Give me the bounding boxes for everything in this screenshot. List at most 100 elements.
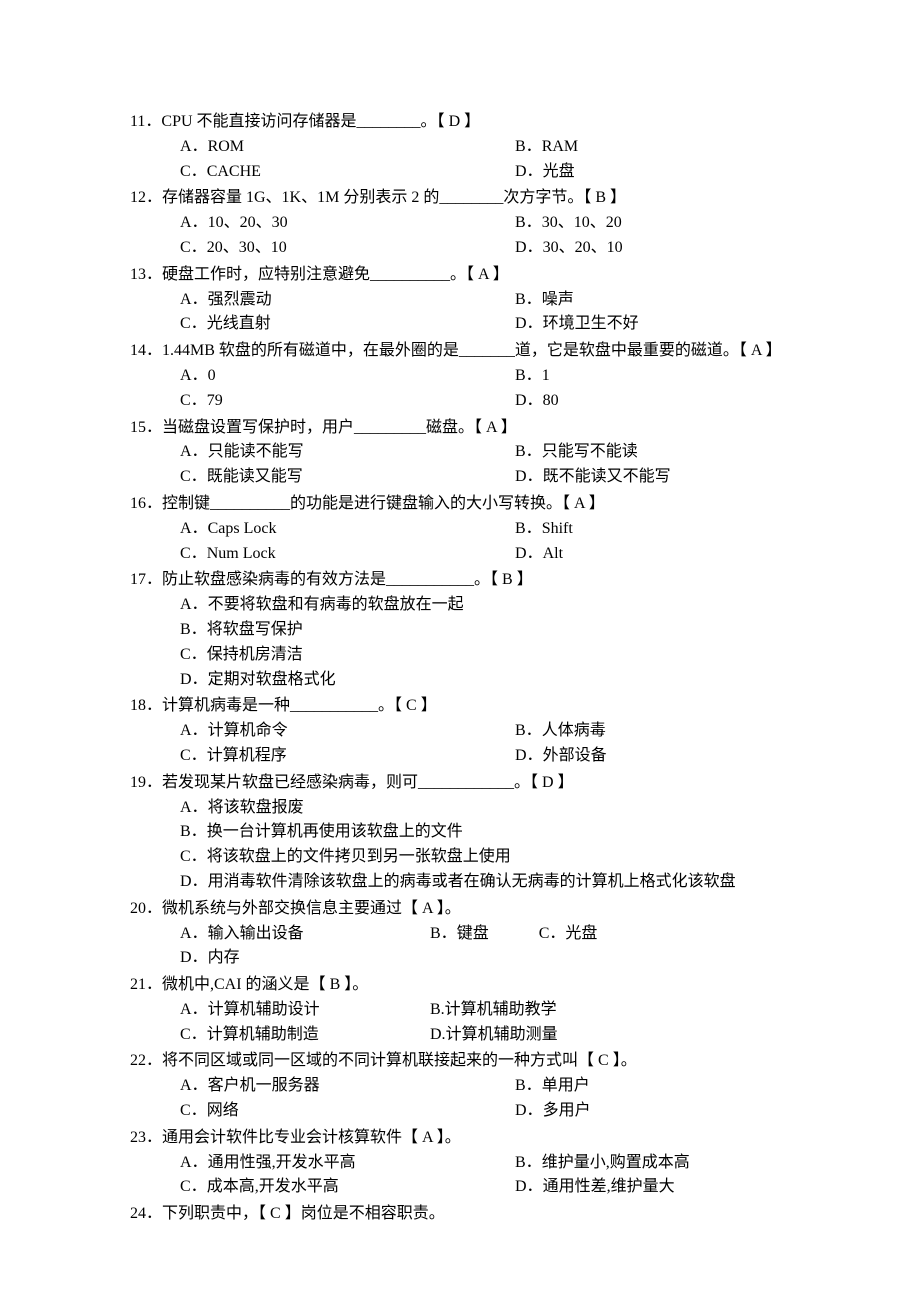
option-text: 多用户 bbox=[543, 1102, 591, 1119]
option: C．既能读又能写 bbox=[130, 465, 465, 490]
answer-bracket: 【 D 】 bbox=[530, 774, 574, 791]
stem-pre: ．微机中,CAI 的涵义是 bbox=[146, 976, 310, 993]
option-text: 外部设备 bbox=[543, 747, 607, 764]
option: C．计算机辅助制造 bbox=[130, 1023, 380, 1048]
option-text: 网络 bbox=[207, 1102, 239, 1119]
option-text: 环境卫生不好 bbox=[543, 315, 639, 332]
question-19: 19．若发现某片软盘已经感染病毒，则可____________。【 D 】A．将… bbox=[130, 771, 800, 895]
option-label: D． bbox=[515, 392, 543, 409]
blank: __________ bbox=[370, 266, 450, 283]
stem-post: 。 bbox=[474, 571, 490, 588]
option: B．人体病毒 bbox=[465, 719, 800, 744]
question-stem: 22．将不同区域或同一区域的不同计算机联接起来的一种方式叫【 C 】。 bbox=[130, 1049, 800, 1074]
stem-pre: ．硬盘工作时，应特别注意避免 bbox=[146, 266, 370, 283]
option-text: 既能读又能写 bbox=[207, 468, 303, 485]
option-text: 单用户 bbox=[542, 1077, 590, 1094]
option: A．不要将软盘和有病毒的软盘放在一起 bbox=[130, 593, 800, 618]
option-text: 定期对软盘格式化 bbox=[208, 671, 336, 688]
options: A．0B．1C．79 D．80 bbox=[130, 364, 800, 414]
option-text: 计算机辅助制造 bbox=[207, 1026, 319, 1043]
answer-bracket: 【 B 】 bbox=[583, 189, 626, 206]
option-label: A． bbox=[180, 291, 208, 308]
option-label: A． bbox=[180, 925, 208, 942]
stem-post: 。 bbox=[378, 697, 394, 714]
option-text: 只能读不能写 bbox=[208, 443, 304, 460]
stem-pre: ．若发现某片软盘已经感染病毒，则可 bbox=[146, 774, 418, 791]
option-label: C． bbox=[539, 925, 566, 942]
question-number: 17 bbox=[130, 571, 146, 588]
option-text: ROM bbox=[208, 138, 244, 155]
option: B．维护量小,购置成本高 bbox=[465, 1151, 800, 1176]
question-stem: 13．硬盘工作时，应特别注意避免__________。【 A 】 bbox=[130, 263, 800, 288]
option-text: Shift bbox=[542, 520, 573, 537]
option-label: C． bbox=[180, 468, 207, 485]
stem-pre: ．通用会计软件比专业会计核算软件 bbox=[146, 1129, 402, 1146]
question-stem: 14．1.44MB 软盘的所有磁道中，在最外圈的是_______道，它是软盘中最… bbox=[130, 339, 800, 364]
option: C．保持机房清洁 bbox=[130, 643, 800, 668]
options: A．计算机辅助设计B.计算机辅助教学C．计算机辅助制造D.计算机辅助测量 bbox=[130, 998, 800, 1048]
option-label: C． bbox=[180, 392, 207, 409]
option: D．用消毒软件清除该软盘上的病毒或者在确认无病毒的计算机上格式化该软盘 bbox=[130, 870, 800, 895]
question-22: 22．将不同区域或同一区域的不同计算机联接起来的一种方式叫【 C 】。A．客户机… bbox=[130, 1049, 800, 1123]
option-label: A． bbox=[180, 799, 208, 816]
option: A．0 bbox=[130, 364, 465, 389]
option-text: Caps Lock bbox=[208, 520, 277, 537]
question-15: 15．当磁盘设置写保护时，用户_________磁盘。【 A 】A．只能读不能写… bbox=[130, 416, 800, 490]
option: B．Shift bbox=[465, 517, 800, 542]
question-stem: 21．微机中,CAI 的涵义是【 B 】。 bbox=[130, 973, 800, 998]
option-label: D． bbox=[515, 468, 543, 485]
option-text: 80 bbox=[543, 392, 559, 409]
option-label: B． bbox=[180, 823, 207, 840]
question-14: 14．1.44MB 软盘的所有磁道中，在最外圈的是_______道，它是软盘中最… bbox=[130, 339, 800, 413]
option-label: D． bbox=[180, 873, 208, 890]
option: C．光盘 bbox=[489, 922, 739, 947]
option: D．30、20、10 bbox=[465, 236, 800, 261]
question-stem: 16．控制键__________的功能是进行键盘输入的大小写转换。【 A 】 bbox=[130, 492, 800, 517]
options: A．不要将软盘和有病毒的软盘放在一起B．将软盘写保护C．保持机房清洁D．定期对软… bbox=[130, 593, 800, 692]
option-label: A． bbox=[180, 214, 208, 231]
option-label: B． bbox=[515, 1077, 542, 1094]
option-text: 用消毒软件清除该软盘上的病毒或者在确认无病毒的计算机上格式化该软盘 bbox=[208, 873, 736, 890]
option-text: 光盘 bbox=[565, 925, 597, 942]
question-number: 16 bbox=[130, 495, 146, 512]
option-label: B． bbox=[180, 621, 207, 638]
answer-bracket: 【 D 】 bbox=[437, 113, 481, 130]
option: A．客户机一服务器 bbox=[130, 1074, 465, 1099]
option-label: C． bbox=[180, 747, 207, 764]
question-16: 16．控制键__________的功能是进行键盘输入的大小写转换。【 A 】A．… bbox=[130, 492, 800, 566]
options: A．计算机命令B．人体病毒C．计算机程序D．外部设备 bbox=[130, 719, 800, 769]
option: C．将该软盘上的文件拷贝到另一张软盘上使用 bbox=[130, 845, 800, 870]
stem-pre: ．当磁盘设置写保护时，用户 bbox=[146, 419, 354, 436]
option: C．79 bbox=[130, 389, 465, 414]
option-text: Num Lock bbox=[207, 545, 276, 562]
option: D．光盘 bbox=[465, 160, 800, 185]
stem-post: 。 bbox=[421, 113, 437, 130]
option-text: CACHE bbox=[207, 163, 261, 180]
answer-bracket: 【 B 】。 bbox=[310, 976, 369, 993]
answer-bracket: 【 B 】 bbox=[490, 571, 533, 588]
option: B．键盘 bbox=[380, 922, 489, 947]
option-label: B． bbox=[515, 1154, 542, 1171]
option: C．计算机程序 bbox=[130, 744, 465, 769]
stem-pre: ．计算机病毒是一种 bbox=[146, 697, 290, 714]
question-number: 21 bbox=[130, 976, 146, 993]
option-text: 客户机一服务器 bbox=[208, 1077, 320, 1094]
answer-bracket: 【 A 】 bbox=[739, 342, 782, 359]
option-text: 30、20、10 bbox=[543, 239, 623, 256]
option-label: C． bbox=[180, 315, 207, 332]
question-number: 14 bbox=[130, 342, 146, 359]
option: C．CACHE bbox=[130, 160, 465, 185]
option-label: A． bbox=[180, 138, 208, 155]
option: D．Alt bbox=[465, 542, 800, 567]
option-label: B． bbox=[515, 291, 542, 308]
option: A．输入输出设备 bbox=[130, 922, 380, 947]
option-label: B． bbox=[430, 925, 457, 942]
option: B．1 bbox=[465, 364, 800, 389]
stem-post: 次方字节。 bbox=[503, 189, 583, 206]
stem-pre: ．控制键 bbox=[146, 495, 210, 512]
answer-bracket: 【 A 】。 bbox=[402, 1129, 461, 1146]
option-text: 噪声 bbox=[542, 291, 574, 308]
option-label: A． bbox=[180, 367, 208, 384]
option-text: 通用性强,开发水平高 bbox=[208, 1154, 356, 1171]
blank: ___________ bbox=[386, 571, 474, 588]
